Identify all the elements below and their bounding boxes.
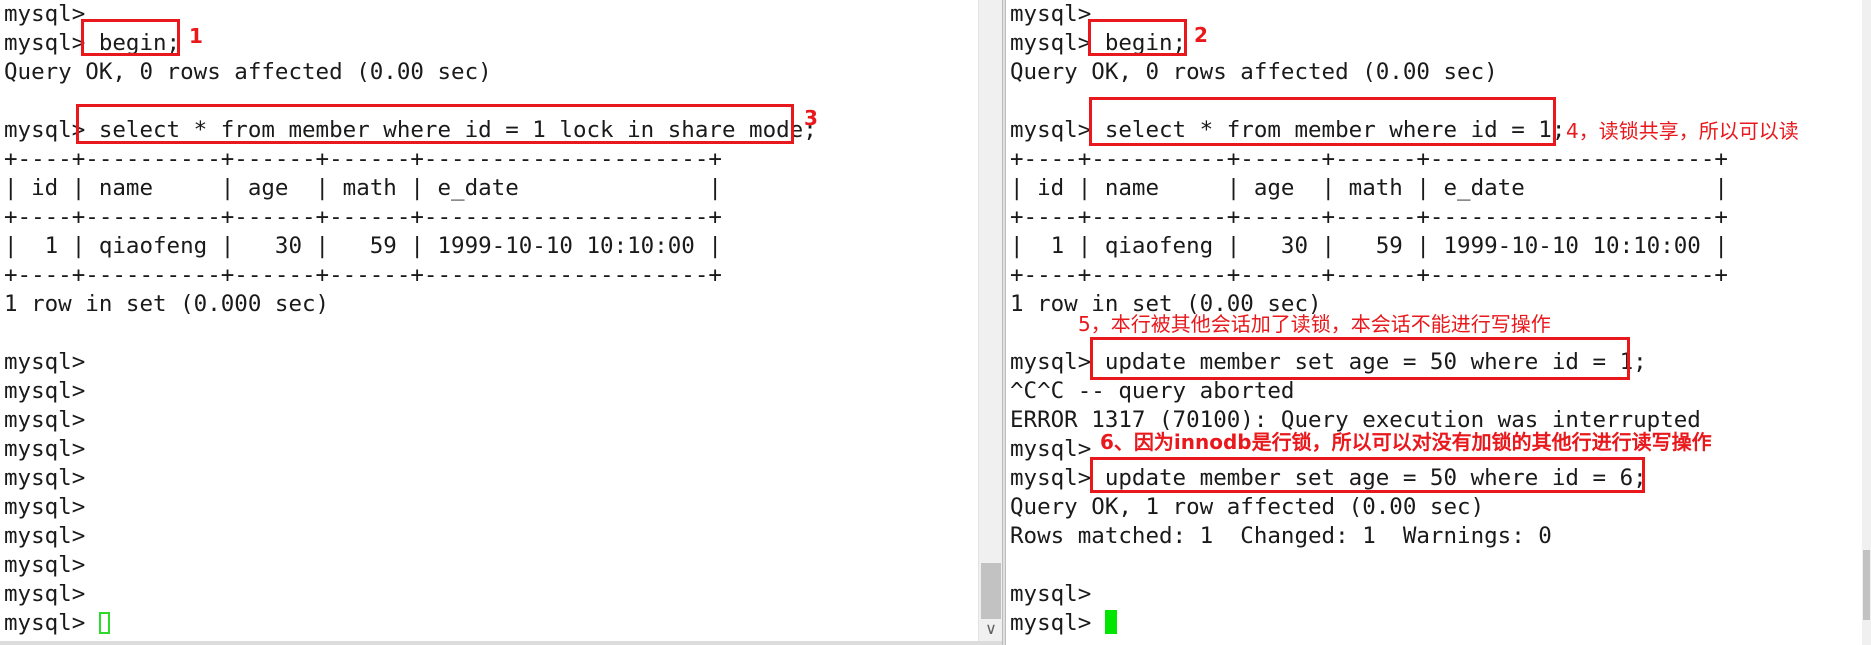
right-terminal-pane[interactable]: mysql> mysql> begin; Query OK, 0 rows affe…: [1006, 0, 1871, 645]
terminal-line: | id | name | age | math | e_date |: [4, 175, 722, 201]
highlight-box-begin: [1088, 19, 1187, 56]
terminal-line: mysql>: [4, 349, 86, 375]
terminal-line: +----+----------+------+------+---------…: [1010, 204, 1728, 230]
scroll-thumb[interactable]: [981, 563, 1001, 619]
highlight-box-update-id1: [1090, 337, 1630, 380]
terminal-line: | 1 | qiaofeng | 30 | 59 | 1999-10-10 10…: [4, 233, 722, 259]
terminal-line: ^C^C -- query aborted: [1010, 378, 1295, 404]
terminal-line: 1 row in set (0.000 sec): [4, 291, 330, 317]
terminal-line: +----+----------+------+------+---------…: [1010, 146, 1728, 172]
highlight-box-select: [1089, 97, 1556, 146]
left-bottom-border: [0, 641, 1002, 645]
terminal-prompt-line[interactable]: mysql>: [1010, 609, 1728, 638]
highlight-box-select-lock: [76, 104, 794, 144]
annotation-3: 3: [804, 106, 818, 130]
terminal-line: +----+----------+------+------+---------…: [4, 262, 722, 288]
terminal-line: mysql>: [4, 407, 86, 433]
right-scrollbar[interactable]: [1862, 0, 1871, 645]
terminal-line: mysql>: [4, 465, 86, 491]
terminal-prompt: mysql>: [1010, 610, 1105, 636]
terminal-line: mysql>: [1010, 581, 1092, 607]
text-cursor: [98, 612, 110, 634]
terminal-line: mysql>: [4, 494, 86, 520]
left-terminal-pane[interactable]: mysql> mysql> begin; Query OK, 0 rows affe…: [0, 0, 978, 645]
text-cursor: [1104, 610, 1117, 634]
scroll-thumb[interactable]: [1863, 550, 1870, 620]
highlight-box-update-id6: [1090, 457, 1645, 493]
terminal-line: mysql>: [4, 523, 86, 549]
annotation-2: 2: [1194, 23, 1208, 47]
terminal-prompt: mysql>: [4, 610, 99, 636]
terminal-prompt-line[interactable]: mysql>: [4, 609, 817, 638]
terminal-line: Query OK, 1 row affected (0.00 sec): [1010, 494, 1485, 520]
annotation-4: 4，读锁共享，所以可以读: [1566, 119, 1799, 143]
terminal-line: Query OK, 0 rows affected (0.00 sec): [1010, 59, 1498, 85]
scroll-down-icon[interactable]: ∨: [979, 619, 1003, 639]
terminal-line: mysql>: [4, 378, 86, 404]
terminal-line: | id | name | age | math | e_date |: [1010, 175, 1728, 201]
terminal-line: +----+----------+------+------+---------…: [4, 204, 722, 230]
annotation-1: 1: [189, 24, 203, 48]
left-terminal-output: mysql> mysql> begin; Query OK, 0 rows affe…: [4, 0, 817, 638]
terminal-line: mysql>: [4, 436, 86, 462]
highlight-box-begin: [81, 19, 180, 56]
terminal-line: +----+----------+------+------+---------…: [4, 146, 722, 172]
terminal-line: | 1 | qiaofeng | 30 | 59 | 1999-10-10 10…: [1010, 233, 1728, 259]
terminal-line: mysql>: [4, 552, 86, 578]
left-scrollbar[interactable]: ∨: [978, 0, 1003, 645]
terminal-line: Rows matched: 1 Changed: 1 Warnings: 0: [1010, 523, 1552, 549]
terminal-line: mysql>: [4, 581, 86, 607]
annotation-6: 6、因为innodb是行锁，所以可以对没有加锁的其他行进行读写操作: [1100, 430, 1712, 454]
terminal-line: +----+----------+------+------+---------…: [1010, 262, 1728, 288]
annotation-5: 5，本行被其他会话加了读锁，本会话不能进行写操作: [1078, 312, 1551, 336]
terminal-line: Query OK, 0 rows affected (0.00 sec): [4, 59, 492, 85]
